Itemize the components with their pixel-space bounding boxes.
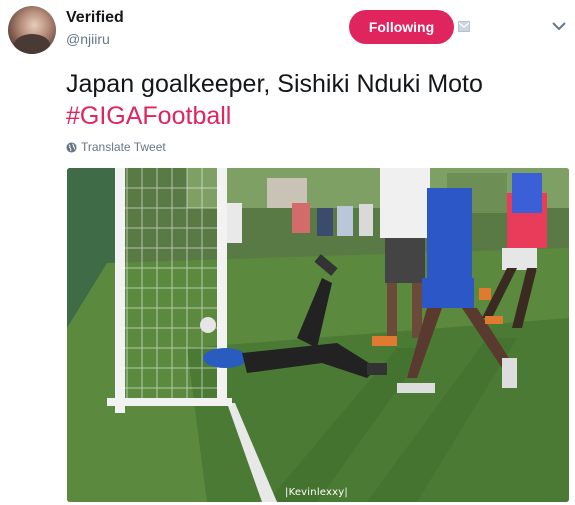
football-photo: [67, 168, 569, 502]
chevron-down-icon[interactable]: [552, 21, 566, 31]
translate-tweet-link[interactable]: Translate Tweet: [66, 140, 166, 154]
translate-label: Translate Tweet: [81, 140, 166, 154]
tweet-body: Japan goalkeeper, Sishiki Nduki Moto: [66, 70, 483, 98]
photo-watermark: |Kevinlexxy|: [285, 487, 348, 498]
tweet-text: Japan goalkeeper, Sishiki Nduki Moto #GI…: [66, 68, 566, 132]
following-button[interactable]: Following: [349, 10, 454, 44]
avatar[interactable]: [8, 6, 56, 54]
display-name[interactable]: Verified: [66, 9, 124, 27]
tweet-photo[interactable]: [67, 168, 569, 502]
globe-icon: [66, 141, 77, 153]
hashtag-link[interactable]: #GIGAFootball: [66, 100, 566, 132]
user-handle[interactable]: @njiiru: [66, 31, 110, 47]
mail-icon[interactable]: [458, 21, 470, 32]
